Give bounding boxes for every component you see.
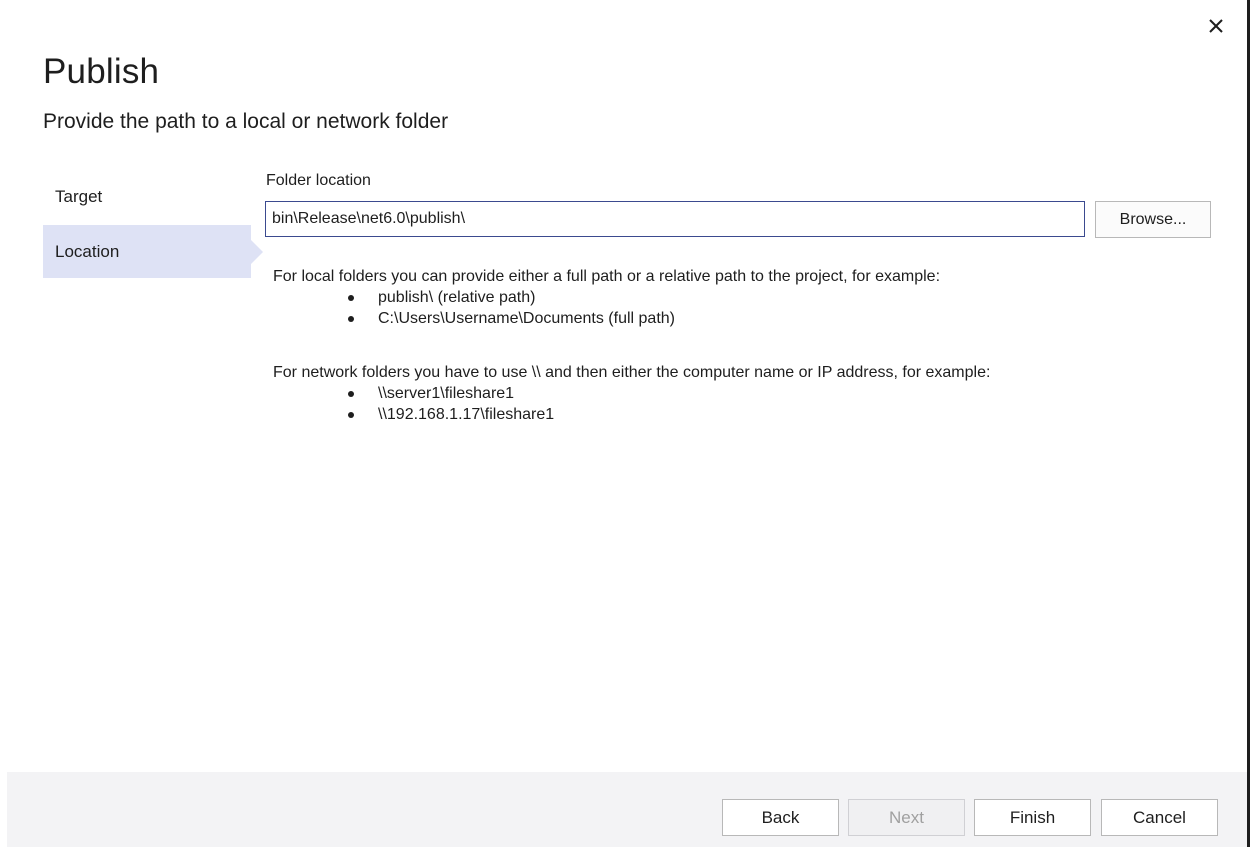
cancel-button[interactable]: Cancel [1101, 799, 1218, 836]
network-folders-intro: For network folders you have to use \\ a… [273, 364, 991, 381]
list-item: publish\ (relative path) [273, 287, 1173, 308]
local-examples-list: publish\ (relative path) C:\Users\Userna… [273, 287, 1173, 329]
back-button[interactable]: Back [722, 799, 839, 836]
publish-dialog: Publish Provide the path to a local or n… [0, 0, 1250, 847]
close-button[interactable] [1204, 14, 1228, 38]
list-item: \\192.168.1.17\fileshare1 [273, 404, 1173, 425]
help-text: For local folders you can provide either… [273, 266, 1173, 425]
close-icon [1209, 19, 1223, 33]
list-item: \\server1\fileshare1 [273, 383, 1173, 404]
dialog-subtitle: Provide the path to a local or network f… [43, 110, 449, 133]
dialog-footer: Back Next Finish Cancel [7, 772, 1247, 847]
nav-item-label: Target [55, 186, 103, 206]
local-folders-intro: For local folders you can provide either… [273, 268, 941, 285]
next-button: Next [848, 799, 965, 836]
folder-location-label: Folder location [266, 172, 371, 189]
network-examples-list: \\server1\fileshare1 \\192.168.1.17\file… [273, 383, 1173, 425]
finish-button[interactable]: Finish [974, 799, 1091, 836]
wizard-nav: Target Location [43, 170, 263, 280]
folder-location-input[interactable] [265, 201, 1085, 237]
dialog-title: Publish [43, 52, 160, 91]
nav-item-label: Location [55, 241, 120, 261]
nav-item-location[interactable]: Location [43, 225, 263, 278]
list-item: C:\Users\Username\Documents (full path) [273, 308, 1173, 329]
browse-button[interactable]: Browse... [1095, 201, 1211, 238]
nav-item-target[interactable]: Target [43, 170, 251, 223]
